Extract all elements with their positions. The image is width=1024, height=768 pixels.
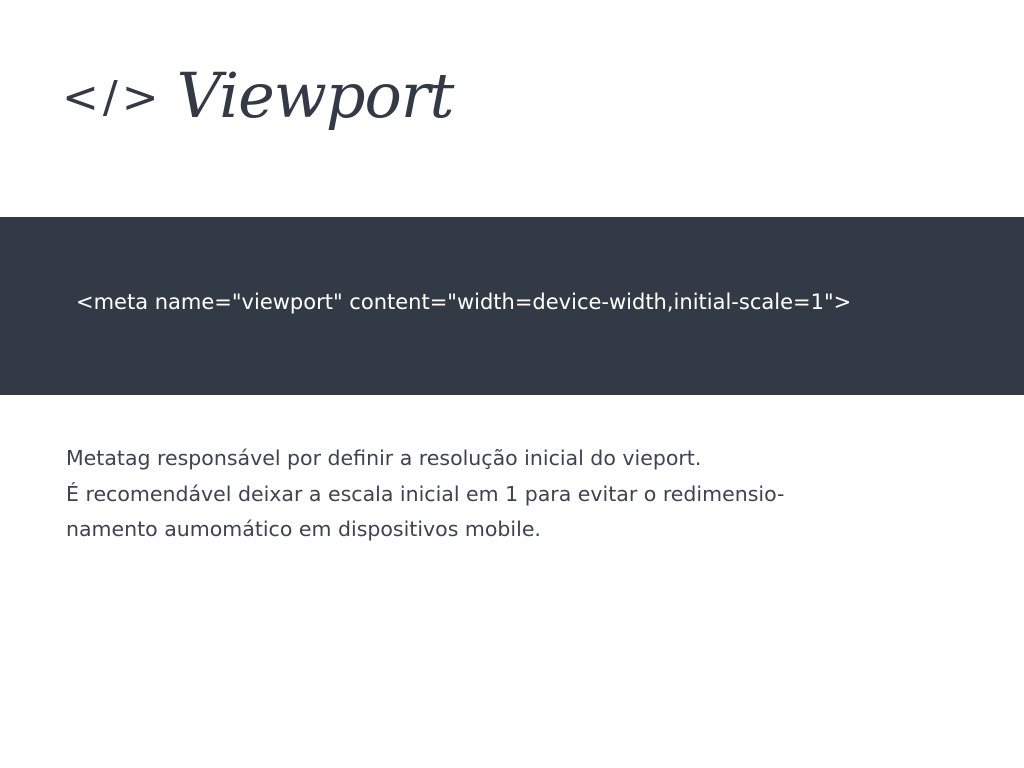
description-line: Metatag responsável por definir a resolu… [66, 446, 702, 470]
code-icon: </> [62, 71, 163, 123]
description-line: É recomendável deixar a escala inicial e… [66, 481, 785, 506]
title-text: Viewport [176, 58, 455, 132]
description-line: namento aumomático em dispositivos mobil… [66, 517, 541, 541]
code-snippet: <meta name="viewport" content="width=dev… [76, 290, 852, 314]
page-title: </> Viewport [62, 50, 455, 140]
description: Metatag responsável por definir a resolu… [66, 441, 926, 548]
